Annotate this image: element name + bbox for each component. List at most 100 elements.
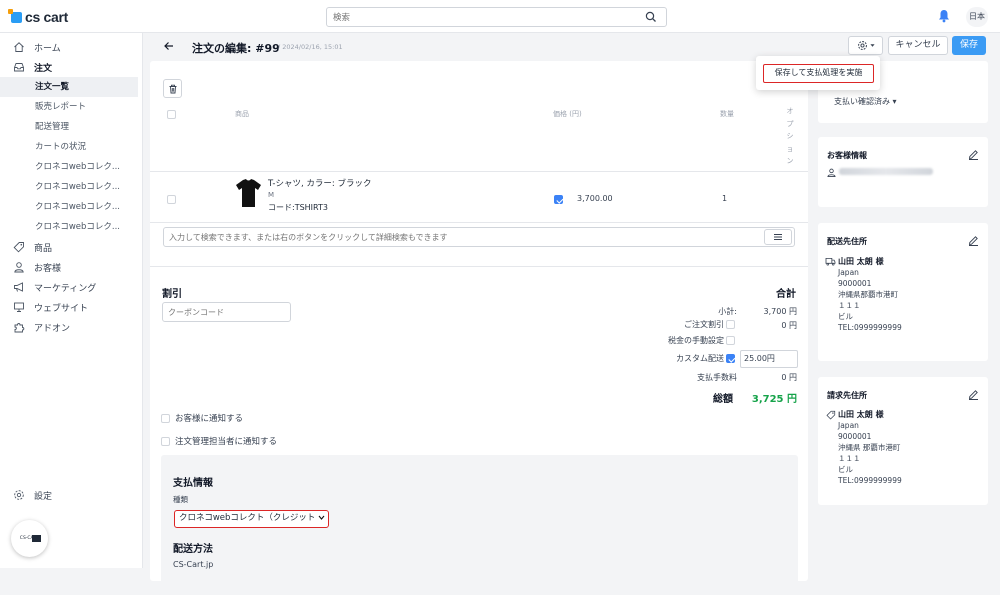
payment-info-title: 支払情報 [173,478,213,489]
totals-title: 合計 [776,289,796,300]
order-discount-checkbox[interactable] [726,320,735,329]
notify-customer-option[interactable]: お客様に通知する [161,412,243,424]
payment-status[interactable]: 支払い確認済み ▾ [834,96,897,107]
product-price[interactable]: 3,700.00 [577,194,613,203]
page-title: 注文の編集: #99 [192,42,280,55]
global-search[interactable] [326,7,667,27]
shipping-address-title: 配送先住所 [827,237,867,246]
billing-line: TEL:0999999999 [838,476,902,485]
coupon-input[interactable] [168,306,283,319]
order-discount-label: ご注文割引 [684,320,724,329]
payment-method-select[interactable]: クロネコwebコレクト（クレジット [174,510,329,528]
language-selector[interactable]: 日本 [966,7,988,27]
notify-manager-option[interactable]: 注文管理担当者に通知する [161,435,277,447]
notify-manager-checkbox[interactable] [161,436,170,446]
sidebar-item-label: ホーム [34,43,61,54]
add-product-search[interactable] [163,227,795,247]
coupon-field[interactable] [162,302,291,322]
cs-cart-badge[interactable]: CS-CART [11,520,48,557]
shipping-line: Japan [838,268,859,277]
sidebar-item-label: 商品 [34,243,53,254]
divider [150,266,808,267]
sidebar-item-addons[interactable]: アドオン [0,317,143,337]
shipping-address-card: 配送先住所 山田 太朗 様 Japan 9000001 沖縄県那覇市港町 １１１… [818,223,988,361]
user-icon [827,168,836,177]
notify-customer-checkbox[interactable] [161,413,170,423]
save-button[interactable]: 保存 [952,36,986,55]
custom-shipping-input[interactable]: 25.00円 [740,350,798,368]
cs-cart-logo[interactable]: cs cart [8,8,68,25]
edit-icon[interactable] [968,235,979,246]
inbox-icon [14,63,24,72]
delete-button[interactable] [163,79,182,98]
customer-email-redacted [839,168,933,175]
caret-down-icon [869,44,875,47]
sidebar-item-marketing[interactable]: マーケティング [0,277,143,297]
trash-icon [169,84,176,93]
chevron-down-icon [318,515,325,520]
truck-icon [825,257,836,266]
save-and-process-payment-item[interactable]: 保存して支払処理を実施 [763,64,874,83]
sidebar-sub-kuroneko-1[interactable]: クロネコwebコレク... [0,157,138,177]
grand-total-label: 総額 [713,394,733,405]
row-select-checkbox[interactable] [167,195,176,204]
actions-gear-button[interactable] [848,36,883,55]
sidebar-item-settings[interactable]: 設定 [0,485,143,505]
puzzle-icon [14,323,25,333]
custom-shipping-label: カスタム配送 [676,354,724,363]
billing-address-card: 請求先住所 山田 太朗 様 Japan 9000001 沖縄県 那覇市港町 １１… [818,377,988,505]
shipping-line: １１１ [838,301,861,310]
notification-bell-icon[interactable] [938,9,950,23]
divider [150,171,808,172]
logo-mark-icon [8,8,22,23]
subtotal-label: 小計: [718,307,737,316]
sidebar-item-label: アドオン [34,323,71,334]
billing-line: ビル [838,465,853,474]
billing-line: 沖縄県 那覇市港町 [838,443,901,452]
order-edit-card: 商品 価格 (円) 数量 オプション T-シャツ, カラー: ブラック M コー… [150,61,808,595]
shipping-name: 山田 太朗 様 [838,257,884,266]
product-code: コード:TSHIRT3 [268,203,328,212]
billing-line: 9000001 [838,432,872,441]
grand-total-value: 3,725 円 [751,394,797,405]
sidebar-item-customers[interactable]: お客様 [0,257,143,277]
sidebar-sub-kuroneko-2[interactable]: クロネコwebコレク... [0,177,138,197]
payment-method-value: クロネコwebコレクト（クレジット [179,513,316,523]
product-qty[interactable]: 1 [722,194,727,203]
advanced-search-button[interactable] [764,229,792,245]
sidebar-sub-cart-status[interactable]: カートの状況 [0,137,138,157]
add-product-input[interactable] [169,231,749,244]
sidebar-sub-order-list[interactable]: 注文一覧 [0,77,138,97]
notify-manager-label: 注文管理担当者に通知する [175,437,278,447]
select-all-checkbox[interactable] [167,110,176,119]
global-search-input[interactable] [333,11,633,24]
price-checkbox[interactable] [554,195,563,204]
shipping-line: TEL:0999999999 [838,323,902,332]
sidebar-sub-kuroneko-3[interactable]: クロネコwebコレク... [0,197,138,217]
sidebar-item-label: 注文 [34,63,53,74]
search-icon[interactable] [645,11,657,23]
sidebar-item-label: 設定 [34,491,53,502]
edit-icon[interactable] [968,149,979,160]
top-bar: cs cart 日本 [0,0,1000,33]
product-name[interactable]: T-シャツ, カラー: ブラック [268,177,371,189]
sidebar-item-home[interactable]: ホーム [0,37,143,57]
sidebar-item-website[interactable]: ウェブサイト [0,297,143,317]
tax-manual-checkbox[interactable] [726,336,735,345]
custom-shipping-checkbox[interactable] [726,354,735,363]
back-arrow-icon[interactable] [163,40,175,52]
product-size: M [268,191,275,199]
sidebar-sub-shipping[interactable]: 配送管理 [0,117,138,137]
payment-fee-value: 0 円 [781,373,797,382]
shipping-line: 9000001 [838,279,872,288]
sidebar-item-products[interactable]: 商品 [0,237,143,257]
column-header-price: 価格 (円) [553,110,582,118]
sidebar-item-orders[interactable]: 注文 [0,57,143,77]
column-header-options: オプション [786,107,794,165]
sidebar-sub-kuroneko-4[interactable]: クロネコwebコレク... [0,217,138,237]
cancel-button[interactable]: キャンセル [888,36,948,55]
sidebar-item-label: マーケティング [34,283,97,294]
edit-icon[interactable] [968,389,979,400]
tshirt-product-image[interactable] [235,178,262,208]
sidebar-sub-sales-report[interactable]: 販売レポート [0,97,138,117]
